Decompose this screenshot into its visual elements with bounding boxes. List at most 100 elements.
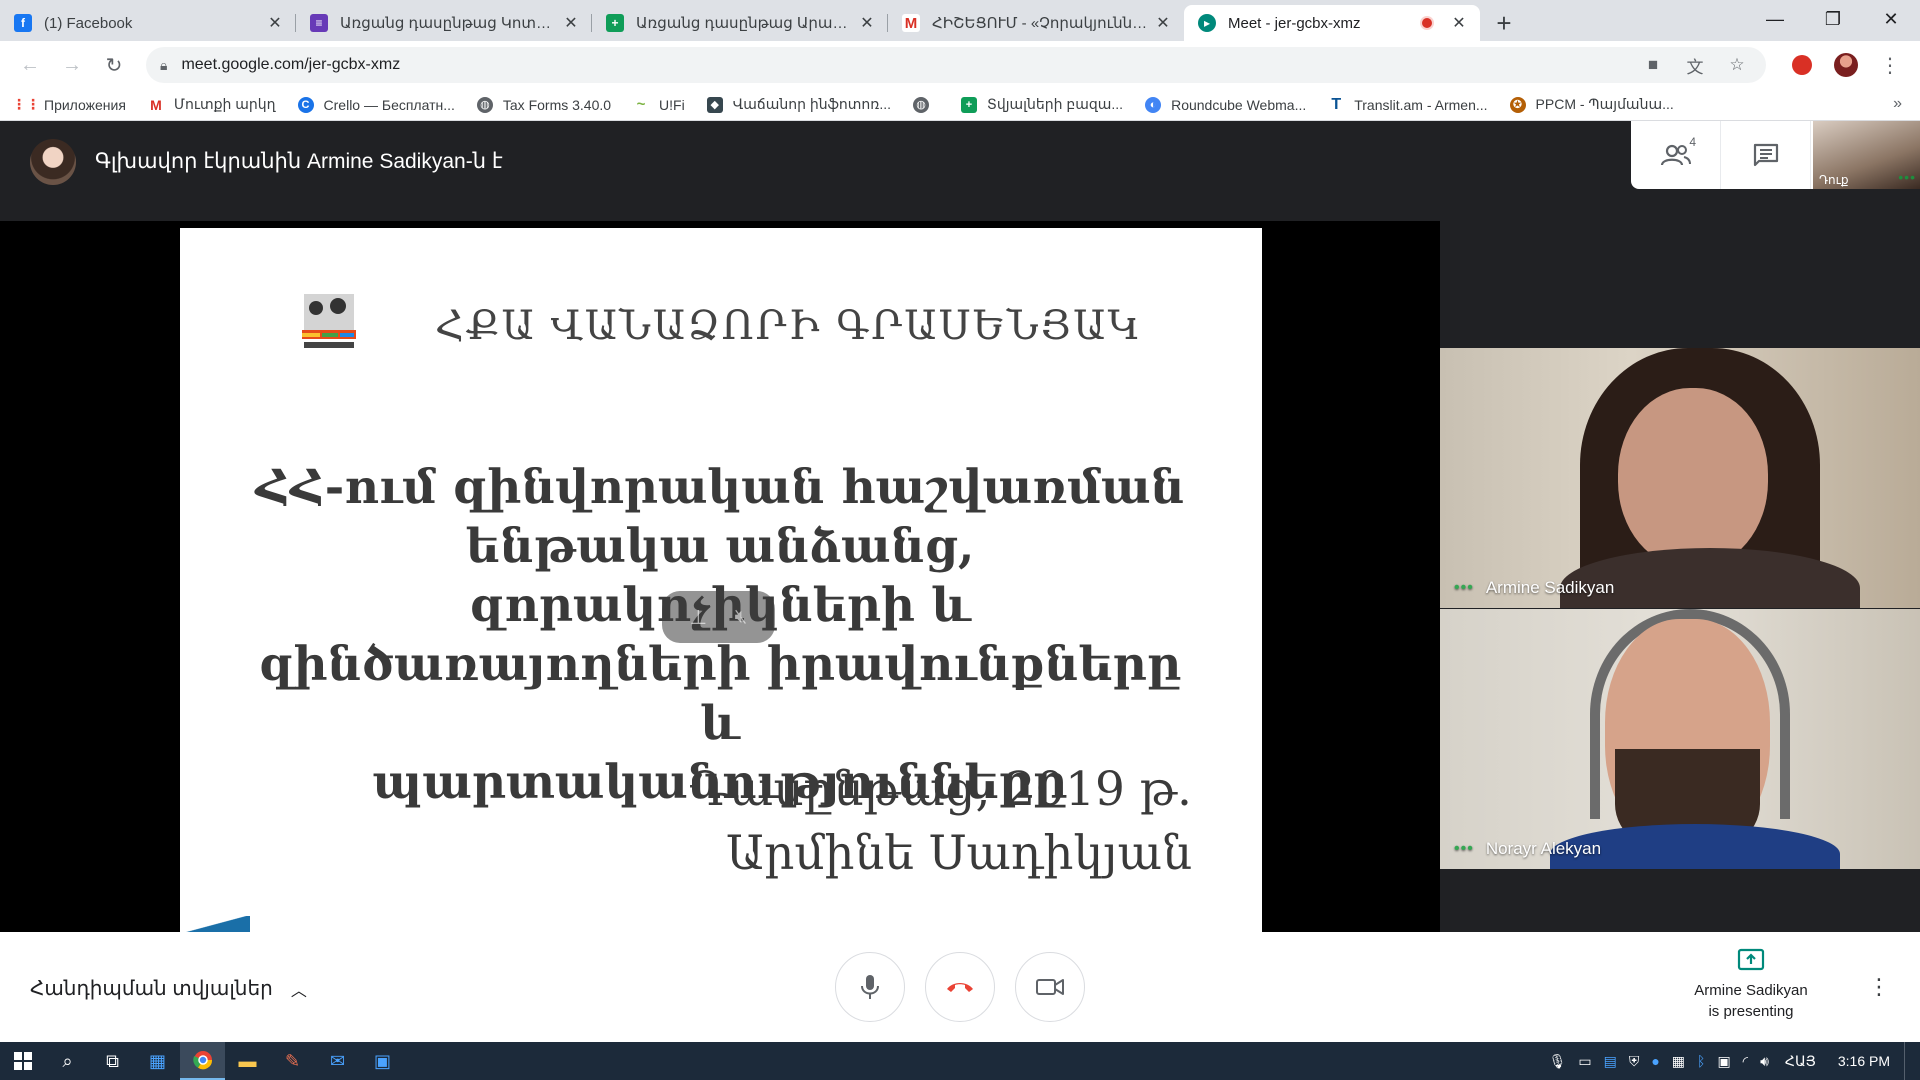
reload-icon[interactable]: ↻ [96,47,132,83]
facebook-icon: f [14,14,32,32]
bookmark-tax-forms[interactable]: ◍ Tax Forms 3.40.0 [476,96,611,113]
bookmark-label: Տվյալների բազա... [987,96,1124,112]
presenter-status: Գլխավոր էկրանին Armine Sadikyan-ն է [95,150,503,173]
task-view-icon[interactable]: ⧉ [90,1042,135,1080]
close-tab-icon[interactable]: ✕ [1154,14,1172,32]
participants-button[interactable]: 4 [1631,121,1721,189]
video-camera-icon [1036,979,1064,995]
wifi-icon[interactable]: ◜ [1743,1053,1748,1070]
presentation-overlay-controls[interactable]: ⊥ 🔇︎ [662,591,775,643]
printer-icon[interactable]: ▦ [1672,1053,1685,1070]
profile-avatar[interactable] [1828,47,1864,83]
participant-name-text: Armine Sadikyan [1485,578,1615,597]
windows-start-icon[interactable] [0,1042,45,1080]
ufi-icon: ~ [633,96,650,113]
search-icon[interactable]: ⌕ [45,1042,90,1080]
extension-icon[interactable] [1784,47,1820,83]
display-icon[interactable]: ▣ [1717,1053,1730,1070]
paint-icon[interactable]: ✎ [270,1042,315,1080]
tab-facebook[interactable]: f (1) Facebook ✕ [0,5,296,41]
file-explorer-icon[interactable]: ▬ [225,1042,270,1080]
bookmark-label: Приложения [44,96,126,113]
input-language[interactable]: ՀԱՅ [1785,1053,1816,1070]
chat-button[interactable] [1721,121,1811,189]
bookmark-translit[interactable]: T Translit.am - Armen... [1328,96,1488,113]
bookmark-ppcm[interactable]: ✪ PPCM - Պայմանա... [1509,96,1674,113]
more-bookmarks-icon[interactable]: » [1893,95,1902,113]
participant-tile[interactable]: ••• Norayr Alekyan [1440,609,1920,869]
bookmark-label: Translit.am - Armen... [1354,96,1488,113]
restore-icon[interactable]: ❐ [1804,0,1862,38]
tab-title: Meet - jer-gcbx-xmz [1228,14,1361,32]
mail-icon[interactable]: ✉ [315,1042,360,1080]
slide-corner-decoration [180,916,250,932]
slide-author: Արմինե Սադիկյան [726,826,1192,881]
more-options-icon[interactable]: ••• [1454,840,1474,858]
calendar-app-icon[interactable]: ▦ [135,1042,180,1080]
bookmark-database[interactable]: + Տվյալների բազա... [961,96,1123,113]
volume-icon[interactable]: 🔊︎ [1760,1053,1769,1070]
bookmark-info[interactable]: ◆ Վաճանոր ինֆոտոռ... [706,96,891,113]
pin-icon[interactable]: ⊥ [690,605,707,630]
microphone-button[interactable] [835,952,905,1022]
bookmark-ufi[interactable]: ~ U!Fi [633,96,685,113]
close-tab-icon[interactable]: ✕ [562,14,580,32]
bookmark-crello[interactable]: C Crello — Бесплатн... [297,96,455,113]
teams-icon[interactable]: ▣ [360,1042,405,1080]
participant-tile[interactable]: ••• Armine Sadikyan [1440,348,1920,608]
projector-tray-icon[interactable]: ▭ [1578,1053,1591,1070]
bluetooth-icon[interactable]: ᛒ [1697,1053,1705,1069]
close-window-icon[interactable]: ✕ [1862,0,1920,38]
bookmark-inbox[interactable]: M Մուտքի արկղ [147,96,276,113]
mute-audio-icon[interactable]: 🔇︎ [735,606,748,629]
bookmark-label: Մուտքի արկղ [173,96,276,112]
tab-forms-kotayk[interactable]: ≡ Առցանց դասընթաց Կոտայքի ✕ [296,5,592,41]
address-bar[interactable]: 🔒︎ meet.google.com/jer-gcbx-xmz ■ 文 ☆ [146,47,1766,83]
new-tab-icon[interactable]: + [1486,5,1522,41]
minimize-icon[interactable]: — [1746,0,1804,38]
chrome-icon[interactable] [180,1042,225,1080]
close-tab-icon[interactable]: ✕ [858,14,876,32]
keyboard-tray-icon[interactable]: ▤ [1604,1053,1617,1070]
tab-meet[interactable]: ▸ Meet - jer-gcbx-xmz ✕ [1184,5,1480,41]
more-options-icon[interactable]: ⋮ [1868,974,1890,1000]
bookmark-roundcube[interactable]: ◐ Roundcube Webma... [1145,96,1306,113]
leave-call-button[interactable] [925,952,995,1022]
bookmark-globe[interactable]: ◍ [913,96,939,113]
browser-menu-icon[interactable]: ⋮ [1872,47,1908,83]
camera-button[interactable] [1015,952,1085,1022]
network-app-icon[interactable]: ● [1651,1053,1659,1069]
more-options-icon[interactable]: ••• [1898,169,1916,185]
taskbar-clock[interactable]: 3:16 PM [1838,1053,1890,1069]
shield-icon[interactable]: ⛨ [1629,1053,1640,1070]
camera-permission-icon[interactable]: ■ [1638,50,1668,80]
self-video-thumbnail[interactable]: Դուք ••• [1813,121,1920,189]
presenting-status-button[interactable]: Armine Sadikyan is presenting [1680,948,1822,1022]
bookmark-label: PPCM - Պայմանա... [1535,96,1674,112]
slide-title-line: ՀՀ-ում զինվորական հաշվառման [255,460,1185,515]
more-options-icon[interactable]: ••• [1454,579,1474,597]
meeting-details-button[interactable]: Հանդիպման տվյալներ ︿ [30,976,307,1001]
translate-icon[interactable]: 文 [1680,50,1710,80]
hca-logo [302,294,356,348]
windows-taskbar: ⌕ ⧉ ▦ ▬ ✎ ✉ ▣ 🎙︎ ▭ ▤ ⛨ ● ▦ ᛒ ▣ ◜ 🔊︎ ՀԱՅ … [0,1042,1920,1080]
meet-control-bar: Հանդիպման տվյալներ ︿ Armine Sadikyan is … [0,932,1920,1042]
forward-icon[interactable]: → [54,47,90,83]
tab-sheets-aragatsotn[interactable]: + Առցանց դասընթաց Արագածո ✕ [592,5,888,41]
meet-side-buttons: 4 Դուք ••• [1631,121,1920,189]
translit-icon: T [1328,96,1345,113]
forms-icon: ≡ [310,14,328,32]
window-controls: — ❐ ✕ [1746,0,1920,38]
back-icon[interactable]: ← [12,47,48,83]
show-desktop-button[interactable] [1904,1042,1908,1080]
bookmark-star-icon[interactable]: ☆ [1722,50,1752,80]
presentation-stage: ՀՔԱ ՎԱՆԱՁՈՐԻ ԳՐԱՍԵՆՅԱԿ ՀՀ-ում զինվորական… [0,221,1440,932]
tab-gmail[interactable]: M ՀԻՇԵՑՈՒՄ - «Չորակյունների ✕ [888,5,1184,41]
browser-tab-strip: f (1) Facebook ✕ ≡ Առցանց դասընթաց Կոտայ… [0,0,1920,41]
bookmark-apps[interactable]: ⋮⋮ Приложения [12,96,126,113]
bookmark-label: Crello — Бесплатн... [323,96,455,113]
close-tab-icon[interactable]: ✕ [1450,14,1468,32]
close-tab-icon[interactable]: ✕ [266,14,284,32]
microphone-tray-icon[interactable]: 🎙︎ [1549,1053,1567,1070]
meet-window: Գլխավոր էկրանին Armine Sadikyan-ն է 4 Դո… [0,121,1920,932]
